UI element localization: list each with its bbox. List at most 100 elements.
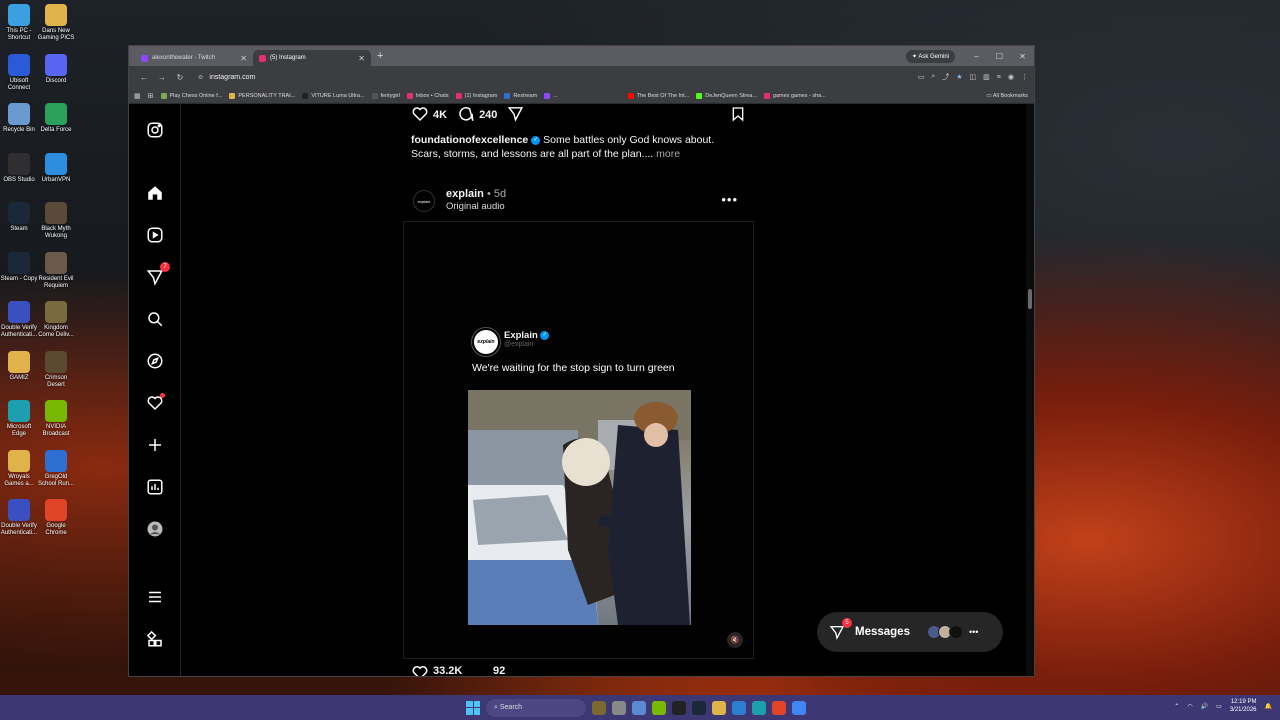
scroll-thumb[interactable] [1028, 289, 1032, 309]
bookmark-star-icon[interactable]: ★ [956, 73, 962, 81]
apps-icon[interactable]: ▦ [134, 92, 141, 100]
volume-icon[interactable]: 🔊 [1201, 703, 1208, 710]
post-options-button[interactable]: ••• [721, 192, 738, 207]
video-frame[interactable] [468, 390, 691, 625]
profile-avatar[interactable] [145, 519, 165, 539]
taskbar-app-icon[interactable] [592, 700, 606, 715]
reels-icon[interactable] [145, 225, 165, 245]
bookmark-item[interactable]: (1) Instagram [455, 92, 497, 99]
bookmark-item[interactable]: The Best Of The Int... [627, 92, 689, 99]
bookmark-item[interactable]: Play Chess Online f... [160, 92, 222, 99]
desktop-icon[interactable]: Delta Force [37, 103, 75, 134]
like-icon[interactable] [411, 665, 429, 677]
share-icon[interactable] [507, 105, 524, 125]
taskbar-app-icon[interactable] [732, 700, 746, 715]
all-bookmarks-button[interactable]: ▭ All Bookmarks [986, 93, 1028, 99]
cast-icon[interactable]: ▭ [918, 73, 925, 81]
close-icon[interactable]: ✕ [240, 54, 247, 63]
back-icon[interactable]: ← [135, 73, 153, 82]
site-info-icon[interactable]: ⚙ [198, 74, 203, 81]
home-icon[interactable] [145, 183, 165, 203]
bookmark-item[interactable]: VITURE Luma Ultra... [302, 92, 365, 99]
share-icon[interactable]: ⤴ [942, 72, 949, 82]
taskbar-app-icon[interactable] [612, 700, 626, 715]
more-link[interactable]: more [656, 148, 680, 160]
forward-icon[interactable]: → [153, 73, 171, 82]
new-tab-button[interactable]: + [377, 50, 383, 62]
start-icon[interactable] [466, 700, 480, 715]
messages-button[interactable]: 5 Messages ••• [817, 612, 1003, 652]
desktop-icon[interactable]: Double Verify Authenticati... [0, 301, 38, 339]
desktop-icon[interactable]: This PC - Shortcut [0, 4, 38, 42]
taskbar-app-icon[interactable] [712, 700, 726, 715]
more-icon[interactable]: ••• [969, 627, 978, 637]
wifi-icon[interactable]: ◠ [1187, 703, 1192, 710]
post-media[interactable]: explain Explain ✓ @explain We're waiting… [403, 221, 754, 659]
post-username[interactable]: explain [446, 188, 484, 200]
save-icon[interactable] [730, 105, 746, 126]
like-icon[interactable] [411, 105, 429, 126]
notifications-icon[interactable]: 🔔 [1265, 703, 1272, 710]
desktop-icon[interactable]: Steam [0, 202, 38, 233]
tab-twitch[interactable]: alexonthewater - Twitch ✕ [135, 50, 253, 66]
close-icon[interactable]: ✕ [358, 54, 365, 63]
meta-apps-icon[interactable] [145, 629, 165, 649]
desktop-icon[interactable]: Discord [37, 53, 75, 85]
desktop-icon[interactable]: Microsoft Edge [0, 400, 38, 438]
reload-icon[interactable]: ↻ [171, 73, 189, 82]
bookmark-item[interactable]: DeJenQueen Strea... [696, 92, 757, 99]
explore-icon[interactable] [145, 351, 165, 371]
desktop-icon[interactable]: Kingdom Come Deliv... [37, 301, 75, 339]
bookmark-item[interactable]: PERSONALITY TRAI... [229, 92, 295, 99]
instagram-logo-icon[interactable] [145, 120, 165, 140]
sidepanel-icon[interactable]: ▥ [983, 73, 990, 81]
media-icon[interactable]: ≡ [997, 74, 1001, 81]
battery-icon[interactable]: ▭ [1216, 703, 1222, 710]
desktop-icon[interactable]: Crimson Desert [37, 350, 75, 389]
desktop-icon[interactable]: Black Myth Wukong [37, 202, 75, 240]
taskbar-app-icon[interactable] [692, 700, 706, 715]
search-icon[interactable] [145, 309, 165, 329]
desktop-icon[interactable]: GAMIZ [0, 350, 38, 382]
desktop-icon[interactable]: Dans New Gaming PICS [37, 4, 75, 42]
more-menu-icon[interactable] [145, 587, 165, 607]
caption-username[interactable]: foundationofexcellence [411, 134, 528, 146]
bookmark-item[interactable]: games games - sha... [763, 92, 826, 99]
desktop-icon[interactable]: GregOld School Run... [37, 449, 75, 488]
desktop-icon[interactable]: Recycle Bin [0, 103, 38, 134]
post-audio[interactable]: Original audio [446, 201, 505, 212]
mute-icon[interactable]: 🔇 [727, 632, 743, 648]
page-scrollbar[interactable] [1026, 104, 1034, 676]
bookmark-item[interactable]: fentygirl [371, 92, 400, 99]
desktop-icon[interactable]: Google Chrome [37, 499, 75, 537]
desktop-icon[interactable]: Ubisoft Connect [0, 53, 38, 92]
taskbar-app-icon[interactable] [772, 700, 786, 715]
taskbar-app-icon[interactable] [632, 700, 646, 715]
desktop-icon[interactable]: Steam - Copy [0, 251, 38, 283]
heart-icon[interactable] [145, 393, 165, 413]
grid-icon[interactable]: ⊞ [148, 92, 154, 100]
taskbar-search[interactable]: ⌕ Search [486, 698, 586, 717]
dashboard-icon[interactable] [145, 477, 165, 497]
desktop-icon[interactable]: OBS Studio [0, 152, 38, 184]
tab-instagram[interactable]: (5) Instagram ✕ [253, 50, 371, 66]
taskbar-app-icon[interactable] [652, 700, 666, 715]
create-icon[interactable] [145, 435, 165, 455]
maximize-button[interactable]: ☐ [988, 52, 1011, 61]
address-bar[interactable]: ⚙ instagram.com [192, 70, 854, 85]
comment-icon[interactable] [457, 105, 475, 126]
desktop-icon[interactable]: NVIDIA Broadcast [37, 400, 75, 438]
bookmark-item[interactable]: Restream [504, 92, 537, 99]
bookmark-item[interactable]: ... [544, 92, 558, 99]
post-avatar[interactable]: explain [413, 190, 435, 212]
profile-icon[interactable]: ◉ [1008, 73, 1014, 81]
direct-messages-icon[interactable]: 7 [145, 262, 170, 287]
desktop-icon[interactable]: Wroyals Games a... [0, 449, 38, 488]
clock[interactable]: 12:19 PM 3/21/2026 [1230, 698, 1257, 714]
taskbar-app-icon[interactable] [672, 700, 686, 715]
desktop-icon[interactable]: UrbanVPN [37, 152, 75, 184]
tray-chevron-icon[interactable]: ⌃ [1174, 703, 1179, 710]
bookmark-item[interactable]: Inbox • Chats [406, 92, 449, 99]
desktop-icon[interactable]: Resident Evil Requiem [37, 251, 75, 290]
taskbar-app-icon[interactable] [752, 700, 766, 715]
